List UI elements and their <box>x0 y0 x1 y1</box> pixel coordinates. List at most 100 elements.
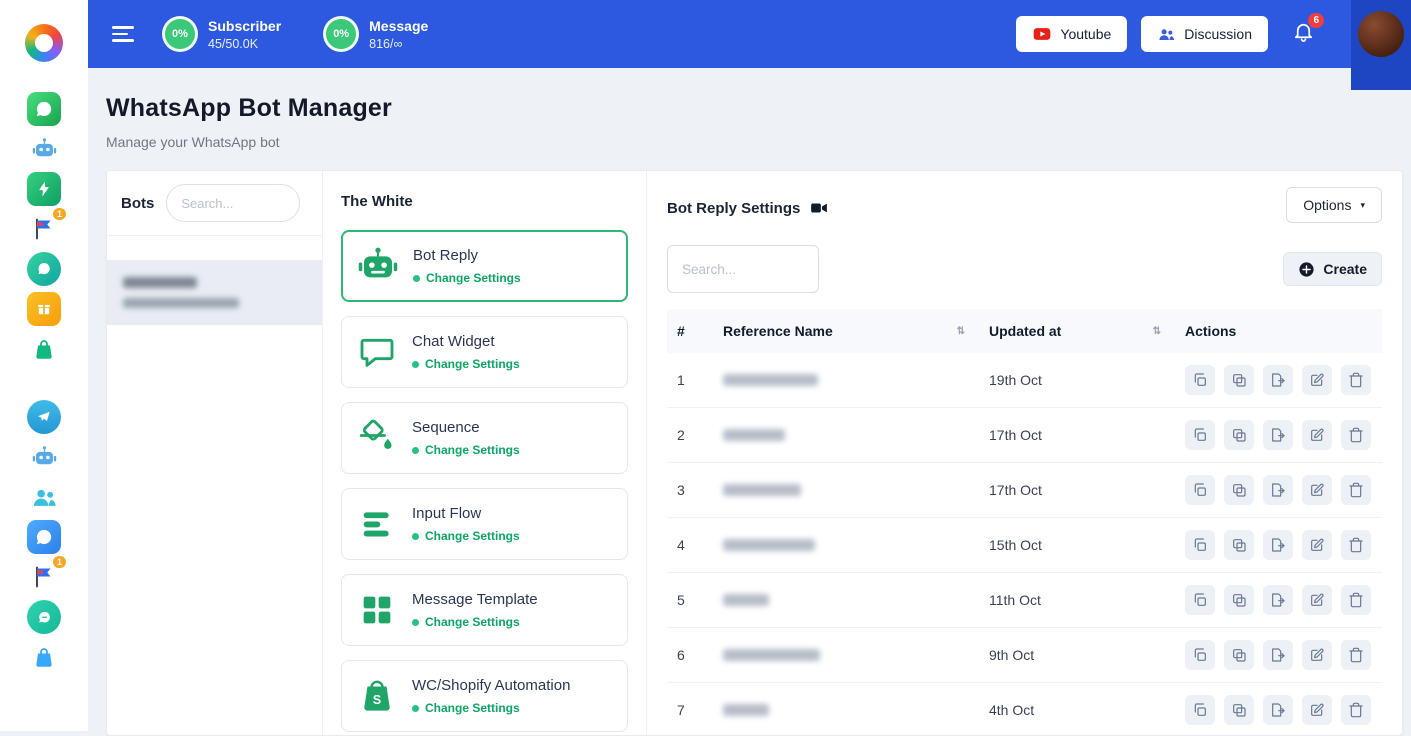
create-button[interactable]: Create <box>1283 252 1382 286</box>
telegram-bot-icon[interactable] <box>27 440 61 474</box>
change-settings-link[interactable]: Change Settings <box>413 271 521 285</box>
clone-button[interactable] <box>1224 420 1254 450</box>
delete-button[interactable] <box>1341 585 1371 615</box>
change-settings-link[interactable]: Change Settings <box>412 357 520 371</box>
redacted-bot-name <box>123 277 197 288</box>
bot-list-item-selected[interactable] <box>107 260 322 325</box>
delete-button[interactable] <box>1341 695 1371 725</box>
updated-at-cell: 15th Oct <box>979 518 1175 573</box>
livechat-icon[interactable] <box>27 252 61 286</box>
woocommerce-icon[interactable] <box>27 332 61 366</box>
input-flow-icon <box>355 502 399 546</box>
row-number: 6 <box>667 628 713 683</box>
clone-button[interactable] <box>1224 640 1254 670</box>
change-settings-link[interactable]: Change Settings <box>412 701 570 715</box>
reply-search-input[interactable] <box>667 245 819 293</box>
profile-avatar[interactable] <box>1358 11 1404 57</box>
whatsapp-icon[interactable] <box>27 92 61 126</box>
bot-manager-panels: Bots The White Bot Reply Change Settin <box>106 170 1403 736</box>
page-title: WhatsApp Bot Manager <box>106 94 1403 123</box>
copy-button[interactable] <box>1185 365 1215 395</box>
edit-button[interactable] <box>1302 365 1332 395</box>
subscriber-value: 45/50.0K <box>208 37 281 51</box>
change-settings-link[interactable]: Change Settings <box>412 443 520 457</box>
topbar: 0% Subscriber 45/50.0K 0% Message 816/∞ … <box>88 0 1411 68</box>
telegram-icon[interactable] <box>27 400 61 434</box>
edit-button[interactable] <box>1302 530 1332 560</box>
setting-card-wc-shopify[interactable]: S WC/Shopify Automation Change Settings <box>341 660 628 732</box>
youtube-button[interactable]: Youtube <box>1016 16 1127 52</box>
setting-card-sequence[interactable]: Sequence Change Settings <box>341 402 628 474</box>
edit-button[interactable] <box>1302 640 1332 670</box>
edit-button[interactable] <box>1302 475 1332 505</box>
page-subtitle: Manage your WhatsApp bot <box>106 134 1403 150</box>
status-dot <box>412 705 419 712</box>
export-button[interactable] <box>1263 475 1293 505</box>
options-button[interactable]: Options ▾ <box>1286 187 1382 223</box>
clone-button[interactable] <box>1224 695 1254 725</box>
delete-button[interactable] <box>1341 530 1371 560</box>
setting-card-input-flow[interactable]: Input Flow Change Settings <box>341 488 628 560</box>
clone-button[interactable] <box>1224 365 1254 395</box>
setting-card-chat-widget[interactable]: Chat Widget Change Settings <box>341 316 628 388</box>
redacted-reference-name <box>723 594 769 606</box>
paper-plane-icon <box>35 408 53 426</box>
column-header-reference-name[interactable]: Reference Name ⇅ <box>713 309 979 353</box>
delete-button[interactable] <box>1341 475 1371 505</box>
bot-reply-settings-title: Bot Reply Settings <box>667 200 800 217</box>
app-logo-icon[interactable] <box>25 24 63 62</box>
video-tutorial-icon[interactable] <box>810 199 828 217</box>
shop-icon[interactable] <box>27 640 61 674</box>
export-button[interactable] <box>1263 365 1293 395</box>
setting-card-message-template[interactable]: Message Template Change Settings <box>341 574 628 646</box>
delete-button[interactable] <box>1341 420 1371 450</box>
flag-badge: 1 <box>53 556 66 568</box>
whatsapp-broadcast-icon[interactable] <box>27 172 61 206</box>
flag-campaign-icon-2[interactable]: 1 <box>27 560 61 594</box>
export-button[interactable] <box>1263 530 1293 560</box>
sort-icon[interactable]: ⇅ <box>957 326 969 337</box>
chatbot-icon[interactable] <box>27 132 61 166</box>
clone-button[interactable] <box>1224 585 1254 615</box>
edit-button[interactable] <box>1302 420 1332 450</box>
bots-panel: Bots <box>107 171 323 735</box>
clone-button[interactable] <box>1224 530 1254 560</box>
column-header-updated-at[interactable]: Updated at ⇅ <box>979 309 1175 353</box>
copy-button[interactable] <box>1185 475 1215 505</box>
notifications-button[interactable]: 6 <box>1292 20 1315 48</box>
export-button[interactable] <box>1263 585 1293 615</box>
flag-campaign-icon[interactable]: 1 <box>27 212 61 246</box>
bots-search-input[interactable] <box>166 184 300 222</box>
contacts-group-icon[interactable] <box>27 480 61 514</box>
edit-button[interactable] <box>1302 695 1332 725</box>
copy-button[interactable] <box>1185 695 1215 725</box>
discussion-button[interactable]: Discussion <box>1141 16 1268 52</box>
menu-toggle-icon[interactable] <box>112 26 134 41</box>
change-settings-link[interactable]: Change Settings <box>412 529 520 543</box>
copy-button[interactable] <box>1185 530 1215 560</box>
export-button[interactable] <box>1263 695 1293 725</box>
copy-button[interactable] <box>1185 640 1215 670</box>
setting-label: Bot Reply <box>413 247 521 264</box>
subscriber-progress-badge: 0% <box>162 16 198 52</box>
sort-icon[interactable]: ⇅ <box>1153 326 1165 337</box>
message-stat: 0% Message 816/∞ <box>323 16 428 52</box>
change-settings-link[interactable]: Change Settings <box>412 615 538 629</box>
edit-button[interactable] <box>1302 585 1332 615</box>
livechat-circle-icon[interactable] <box>27 600 61 634</box>
export-button[interactable] <box>1263 640 1293 670</box>
copy-button[interactable] <box>1185 420 1215 450</box>
integrations-icon[interactable] <box>27 292 61 326</box>
clone-button[interactable] <box>1224 475 1254 505</box>
redacted-reference-name <box>723 484 801 496</box>
delete-button[interactable] <box>1341 365 1371 395</box>
table-row: 2 17th Oct <box>667 408 1382 463</box>
redacted-bot-number <box>123 298 239 308</box>
robot-icon <box>31 136 58 163</box>
copy-button[interactable] <box>1185 585 1215 615</box>
status-dot <box>413 275 420 282</box>
export-button[interactable] <box>1263 420 1293 450</box>
whatsapp-widget-icon[interactable] <box>27 520 61 554</box>
setting-card-bot-reply[interactable]: Bot Reply Change Settings <box>341 230 628 302</box>
delete-button[interactable] <box>1341 640 1371 670</box>
